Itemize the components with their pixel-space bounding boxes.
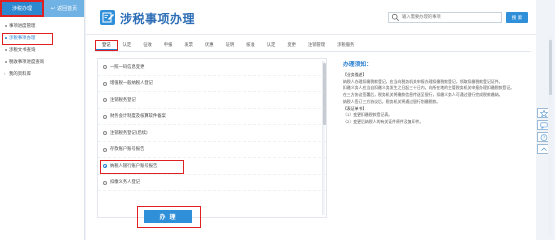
instructions-line: 纳税人办理扣缴税款登记，应当向税务机关申报办理扣缴税款登记，领取扣缴税款登记证件… [343, 78, 503, 84]
instructions-line: （1）变更扣缴税款登记表。 [343, 112, 393, 118]
bullet-icon [5, 61, 7, 63]
edit-document-icon [100, 10, 115, 25]
radio-button[interactable] [103, 114, 107, 119]
list-item-label: 纳税人银行账户账号报告 [110, 163, 158, 169]
sidebar-item-progress[interactable]: 事项进度管理 [0, 20, 84, 32]
list-item[interactable]: 存款账户账号报告 [98, 142, 326, 158]
search-box [388, 12, 502, 23]
star-icon [540, 109, 548, 117]
list-item-selected[interactable]: 纳税人银行账户账号报告 [98, 158, 326, 175]
sidebar-item-tax-matters[interactable]: 涉税事项办理 [0, 32, 84, 45]
list-item[interactable]: 一照一码信息变更 [98, 59, 326, 76]
radio-button[interactable] [103, 147, 107, 152]
instructions-title: 办理须知： [343, 62, 372, 68]
list-item[interactable]: 增值税一般纳税人登记 [98, 76, 326, 92]
sidebar-item-label: 税收事项进度查询 [9, 60, 45, 65]
tab-invoice[interactable]: 发票 [178, 41, 199, 50]
instructions-line: 【业务描述】 [343, 72, 367, 77]
home-icon: ↩ [50, 5, 56, 12]
tab-qualification[interactable]: 认定 [261, 41, 282, 50]
sidebar: 涉税办理 ↩ 返回首页 事项进度管理 涉税事项办理 涉税文书查询 税收事项进度查… [0, 0, 85, 240]
tab-services[interactable]: 涉税服务 [331, 41, 360, 50]
arrow-up-icon [541, 147, 547, 151]
list-item-label: 财务会计制度及核算软件备案 [110, 114, 166, 120]
list-item-label: 注销税务登记(后续) [110, 130, 148, 136]
instructions-panel: 办理须知： 【业务描述】 纳税人办理扣缴税款登记，应当向税务机关申报办理扣缴税款… [343, 59, 523, 126]
instructions-line: （2）变更后纳税人的有关证件原件及复印件。 [343, 118, 424, 124]
tab-approval[interactable]: 核准 [240, 41, 261, 50]
tab-declaration[interactable]: 申报 [158, 41, 179, 50]
tab-change[interactable]: 变更 [281, 41, 302, 50]
page-title: 涉税事项办理 [120, 12, 196, 26]
search-button[interactable]: 搜 索 [506, 12, 528, 23]
page-header: 涉税事项办理 搜 索 [86, 0, 536, 35]
tab-deregistration[interactable]: 注销管理 [302, 41, 331, 50]
list-item-label: 存款账户账号报告 [110, 147, 145, 153]
list-item[interactable]: 注销税务登记(后续) [98, 125, 326, 142]
radio-button[interactable] [103, 180, 107, 185]
question-icon: ? [540, 133, 548, 141]
list-item-label: 注销税务登记 [110, 97, 136, 103]
instructions-line: 扣缴义务人应当自扣缴义务发生之日起三十日内，向所在地的主管税务机关申报办理扣缴税… [343, 85, 515, 91]
category-tabs: 登记 认定 征收 申报 发票 优惠 证明 核准 认定 变更 注销管理 涉税服务 [95, 39, 360, 51]
list-item-label: 增值税一般纳税人登记 [110, 81, 153, 87]
radio-button[interactable] [103, 131, 107, 135]
radio-button-checked[interactable] [103, 164, 107, 168]
chevron-right-icon: › [4, 71, 6, 76]
radio-button[interactable] [103, 81, 107, 86]
list-item[interactable]: 扣缴义务人登记 [98, 175, 326, 191]
tab-divider [96, 51, 531, 52]
list-item-label: 一照一码信息变更 [110, 64, 145, 70]
tab-registration[interactable]: 登记 [95, 39, 118, 51]
sidebar-item-label: 事项进度管理 [9, 24, 36, 29]
chat-icon [540, 122, 548, 129]
list-item[interactable]: 财务会计制度及核算软件备案 [98, 109, 326, 125]
page-scroll-thumb[interactable] [549, 40, 552, 95]
bullet-icon [5, 37, 7, 39]
home-tab-label: 返回首页 [57, 6, 78, 12]
instructions-line: 在三方协议签署后，税务机关将缴款信息传送至银行，扣缴义务人可通过银行完成税款缴纳… [343, 92, 503, 98]
sidebar-item-documents[interactable]: 涉税文书查询 [0, 44, 84, 56]
sidebar-item-label: 涉税事项办理 [9, 36, 36, 41]
radio-button[interactable] [103, 98, 107, 102]
sidebar-item-label: 我的资料库 [9, 72, 31, 77]
sidebar-menu: 事项进度管理 涉税事项办理 涉税文书查询 税收事项进度查询 › 我的资料库 [0, 17, 84, 80]
tax-handling-tab[interactable]: 涉税办理 [0, 0, 44, 17]
radio-button[interactable] [103, 65, 107, 69]
list-item[interactable]: 注销税务登记 [98, 92, 326, 109]
sidebar-item-library[interactable]: › 我的资料库 [0, 68, 84, 80]
sidebar-item-progress-query[interactable]: 税收事项进度查询 [0, 56, 84, 68]
tab-recognition[interactable]: 认定 [117, 41, 138, 50]
tax-handling-tab-label: 涉税办理 [11, 6, 32, 12]
instructions-line: 纳税人签订三方协议后，税务机关将通过银行划缴税款。 [343, 98, 441, 104]
sidebar-top-tabs: 涉税办理 ↩ 返回首页 [0, 0, 84, 17]
instructions-body: 【业务描述】 纳税人办理扣缴税款登记，应当向税务机关申报办理扣缴税款登记，领取扣… [343, 72, 523, 124]
sidebar-item-label: 涉税文书查询 [9, 48, 36, 53]
search-input[interactable] [400, 13, 495, 22]
content-panel: 登记 认定 征收 申报 发票 优惠 证明 核准 认定 变更 注销管理 涉税服务 … [86, 35, 536, 240]
instructions-line: 【表证单书】 [343, 105, 367, 111]
tab-certificate[interactable]: 证明 [220, 41, 241, 50]
list-item-label: 扣缴义务人登记 [110, 180, 141, 186]
svg-text:?: ? [543, 135, 545, 140]
home-tab[interactable]: ↩ 返回首页 [44, 0, 84, 17]
list-scroll-thumb[interactable] [323, 63, 326, 125]
bullet-icon [5, 49, 7, 51]
handle-button[interactable]: 办 理 [144, 210, 192, 223]
tab-collection[interactable]: 征收 [137, 41, 158, 50]
search-icon [391, 13, 400, 22]
list-scrollbar[interactable] [322, 61, 326, 215]
matter-list: 一照一码信息变更 增值税一般纳税人登记 注销税务登记 财务会计制度及核算软件备案… [97, 58, 327, 218]
bullet-icon [5, 25, 7, 27]
page-scrollbar[interactable] [548, 36, 553, 238]
tab-preferential[interactable]: 优惠 [199, 41, 220, 50]
